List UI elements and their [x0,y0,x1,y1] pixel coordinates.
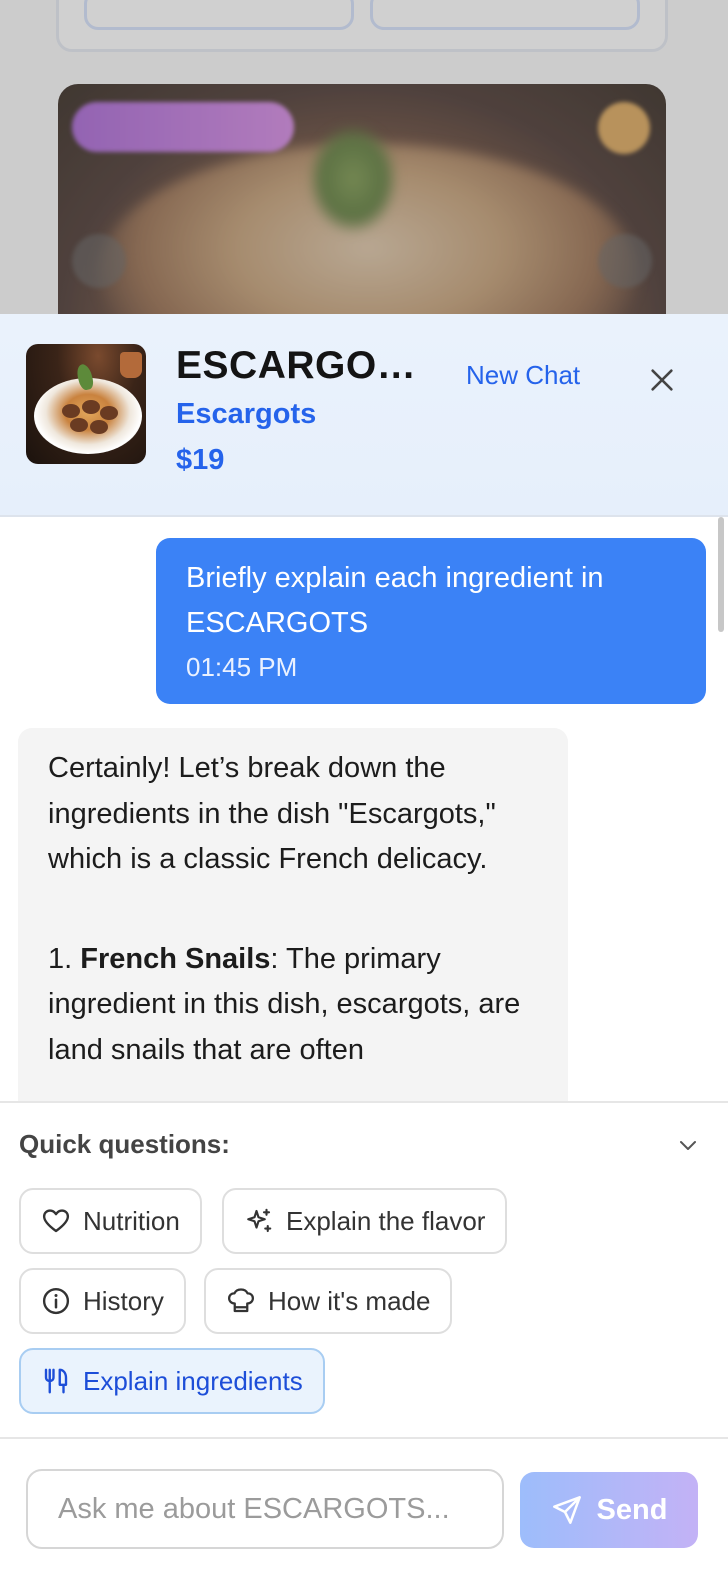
close-icon [651,369,673,391]
background-page [0,0,728,314]
list-item-number: 1. [48,942,81,975]
send-label: Send [596,1493,668,1526]
thumbnail-snail [62,404,80,418]
quick-questions-label: Quick questions: [19,1129,230,1159]
assistant-list-item: 1. French Snails: The primary ingredient… [48,937,538,1074]
chip-label: Explain the flavor [286,1205,486,1236]
thumbnail-snail [100,406,118,420]
modal-overlay[interactable] [0,0,728,314]
heart-icon [42,1209,70,1233]
send-button[interactable]: Send [520,1472,698,1548]
chat-sheet: ESCARGOTS Escargots $19 New Chat Briefly… [0,314,728,1576]
message-composer: Send [0,1437,728,1576]
dish-subtitle: Escargots [176,398,317,430]
sparkles-icon [247,1208,272,1233]
quick-questions-panel: Quick questions: Nutrition Explain the f… [0,1101,728,1437]
chip-history[interactable]: History [19,1268,186,1334]
send-icon [552,1496,581,1524]
list-item-title: French Snails [80,942,271,975]
user-message-time: 01:45 PM [186,652,298,682]
thumbnail-snail [90,420,108,434]
user-message-text: Briefly explain each ingredient in ESCAR… [186,562,604,639]
info-icon [42,1287,70,1315]
thumbnail-snail [70,418,88,432]
dish-title: ESCARGOTS [176,344,416,387]
scrollbar[interactable] [718,517,724,632]
chip-nutrition[interactable]: Nutrition [19,1188,202,1254]
chat-input[interactable] [26,1469,504,1549]
chip-how-its-made[interactable]: How it's made [204,1268,453,1334]
thumbnail-pot [120,352,142,378]
chef-hat-icon [228,1288,254,1313]
chevron-down-icon [680,1141,696,1150]
chip-explain-flavor[interactable]: Explain the flavor [222,1188,508,1254]
collapse-toggle[interactable] [672,1129,704,1161]
assistant-message-intro: Certainly! Let’s break down the ingredie… [48,752,496,875]
user-message: Briefly explain each ingredient in ESCAR… [156,538,706,704]
chip-label: History [83,1285,164,1316]
chip-label: How it's made [268,1285,431,1316]
dish-price: $19 [176,444,225,476]
utensils-icon [44,1368,68,1394]
new-chat-button[interactable]: New Chat [466,360,580,391]
chip-explain-ingredients[interactable]: Explain ingredients [19,1348,325,1414]
dish-thumbnail [26,344,146,464]
assistant-message: Certainly! Let’s break down the ingredie… [18,728,568,1101]
thumbnail-snail [82,400,100,414]
message-list[interactable]: Briefly explain each ingredient in ESCAR… [0,517,728,1101]
chip-label: Nutrition [83,1205,180,1236]
chip-label: Explain ingredients [83,1365,303,1396]
close-button[interactable] [640,358,684,402]
chat-header: ESCARGOTS Escargots $19 New Chat [0,314,728,517]
